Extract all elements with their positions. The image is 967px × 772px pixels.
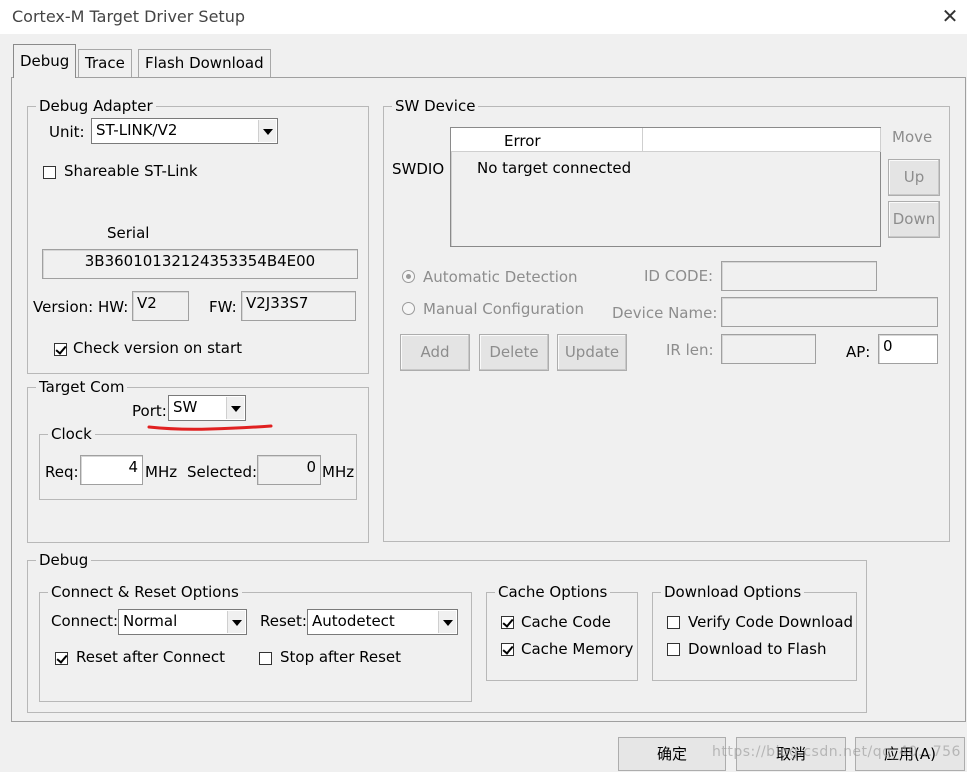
version-hw-label: Version: HW: — [33, 298, 129, 316]
shareable-st-link-label: Shareable ST-Link — [64, 162, 198, 180]
ok-button[interactable]: 确定 — [618, 737, 726, 771]
fw-version-field: V2J33S7 — [241, 291, 356, 321]
unit-select[interactable]: ST-LINK/V2 — [91, 118, 278, 144]
port-value: SW — [173, 398, 198, 416]
close-icon[interactable]: ✕ — [940, 5, 960, 27]
tab-debug[interactable]: Debug — [13, 44, 77, 78]
debug-adapter-title: Debug Adapter — [36, 96, 156, 116]
tab-trace[interactable]: Trace — [78, 49, 132, 77]
ap-value: 0 — [883, 337, 893, 355]
ap-input[interactable]: 0 — [878, 334, 938, 364]
reset-select[interactable]: Autodetect — [307, 609, 458, 635]
watermark: https://blog.csdn.net/qq_40...756 — [712, 744, 961, 760]
selected-value: 0 — [306, 458, 316, 476]
move-label: Move — [892, 128, 933, 146]
reset-value: Autodetect — [312, 612, 395, 630]
connect-label: Connect: — [51, 612, 119, 630]
id-code-label: ID CODE: — [644, 267, 714, 285]
list-header-blank — [643, 128, 881, 152]
cache-memory-label: Cache Memory — [521, 640, 634, 658]
list-header-error: Error — [451, 128, 643, 152]
cache-options-title: Cache Options — [495, 582, 611, 602]
ap-label: AP: — [846, 343, 871, 361]
device-name-label: Device Name: — [612, 304, 718, 322]
verify-code-download-label: Verify Code Download — [688, 613, 854, 631]
selected-unit: MHz — [322, 463, 355, 481]
stop-after-reset-checkbox[interactable] — [259, 652, 272, 665]
reset-after-connect-label: Reset after Connect — [76, 648, 225, 666]
sw-device-title: SW Device — [392, 96, 479, 116]
up-button[interactable]: Up — [888, 159, 940, 196]
fw-label: FW: — [209, 298, 237, 316]
ir-len-label: IR len: — [666, 341, 714, 359]
chevron-down-icon — [438, 611, 456, 633]
unit-value: ST-LINK/V2 — [96, 121, 178, 139]
list-header-error-label: Error — [504, 132, 541, 150]
check-version-checkbox[interactable] — [54, 343, 67, 356]
selected-field: 0 — [257, 455, 321, 485]
req-value: 4 — [128, 458, 138, 476]
serial-field: 3B36010132124353354B4E00 — [42, 249, 358, 279]
tab-flash-download[interactable]: Flash Download — [138, 49, 271, 77]
red-annotation-underline — [147, 424, 273, 431]
cache-memory-checkbox[interactable] — [501, 643, 514, 656]
debug-title: Debug — [36, 550, 92, 570]
delete-button[interactable]: Delete — [479, 334, 549, 371]
download-to-flash-label: Download to Flash — [688, 640, 827, 658]
serial-label: Serial — [107, 224, 150, 242]
id-code-field — [721, 261, 877, 291]
debug-adapter-group: Debug Adapter — [27, 96, 369, 374]
manual-configuration-label: Manual Configuration — [423, 300, 585, 318]
list-item: No target connected — [477, 159, 632, 177]
clock-title: Clock — [48, 424, 95, 444]
download-options-group: Download Options — [652, 582, 857, 681]
check-version-label: Check version on start — [73, 339, 243, 357]
device-name-field — [721, 297, 938, 327]
connect-reset-title: Connect & Reset Options — [48, 582, 242, 602]
req-unit: MHz — [145, 463, 178, 481]
port-label: Port: — [132, 402, 167, 420]
reset-after-connect-checkbox[interactable] — [55, 652, 68, 665]
manual-configuration-radio[interactable] — [402, 302, 415, 315]
down-button[interactable]: Down — [888, 201, 940, 238]
sw-device-list[interactable]: Error No target connected — [450, 127, 881, 247]
shareable-st-link-checkbox[interactable] — [43, 166, 56, 179]
chevron-down-icon — [258, 120, 276, 142]
automatic-detection-radio[interactable] — [402, 270, 415, 283]
cache-code-checkbox[interactable] — [501, 616, 514, 629]
serial-value: 3B36010132124353354B4E00 — [84, 252, 316, 270]
selected-label: Selected: — [187, 463, 258, 481]
chevron-down-icon — [226, 397, 244, 419]
update-button[interactable]: Update — [557, 334, 627, 371]
swdio-label: SWDIO — [392, 160, 445, 178]
req-input[interactable]: 4 — [80, 455, 143, 485]
cache-options-group: Cache Options — [486, 582, 638, 681]
download-options-title: Download Options — [661, 582, 805, 602]
add-button[interactable]: Add — [400, 334, 470, 371]
verify-code-download-checkbox[interactable] — [667, 616, 680, 629]
unit-label: Unit: — [49, 123, 85, 141]
target-com-title: Target Com — [36, 377, 128, 397]
ir-len-field — [721, 334, 816, 364]
stop-after-reset-label: Stop after Reset — [280, 648, 402, 666]
window-title: Cortex-M Target Driver Setup — [12, 7, 245, 26]
cache-code-label: Cache Code — [521, 613, 611, 631]
connect-value: Normal — [123, 612, 178, 630]
download-to-flash-checkbox[interactable] — [667, 643, 680, 656]
hw-version-value: V2 — [137, 294, 157, 312]
chevron-down-icon — [227, 611, 245, 633]
fw-version-value: V2J33S7 — [246, 294, 309, 312]
req-label: Req: — [45, 463, 79, 481]
port-select[interactable]: SW — [168, 395, 246, 421]
reset-label: Reset: — [260, 612, 307, 630]
automatic-detection-label: Automatic Detection — [423, 268, 578, 286]
hw-version-field: V2 — [132, 291, 189, 321]
connect-select[interactable]: Normal — [118, 609, 247, 635]
